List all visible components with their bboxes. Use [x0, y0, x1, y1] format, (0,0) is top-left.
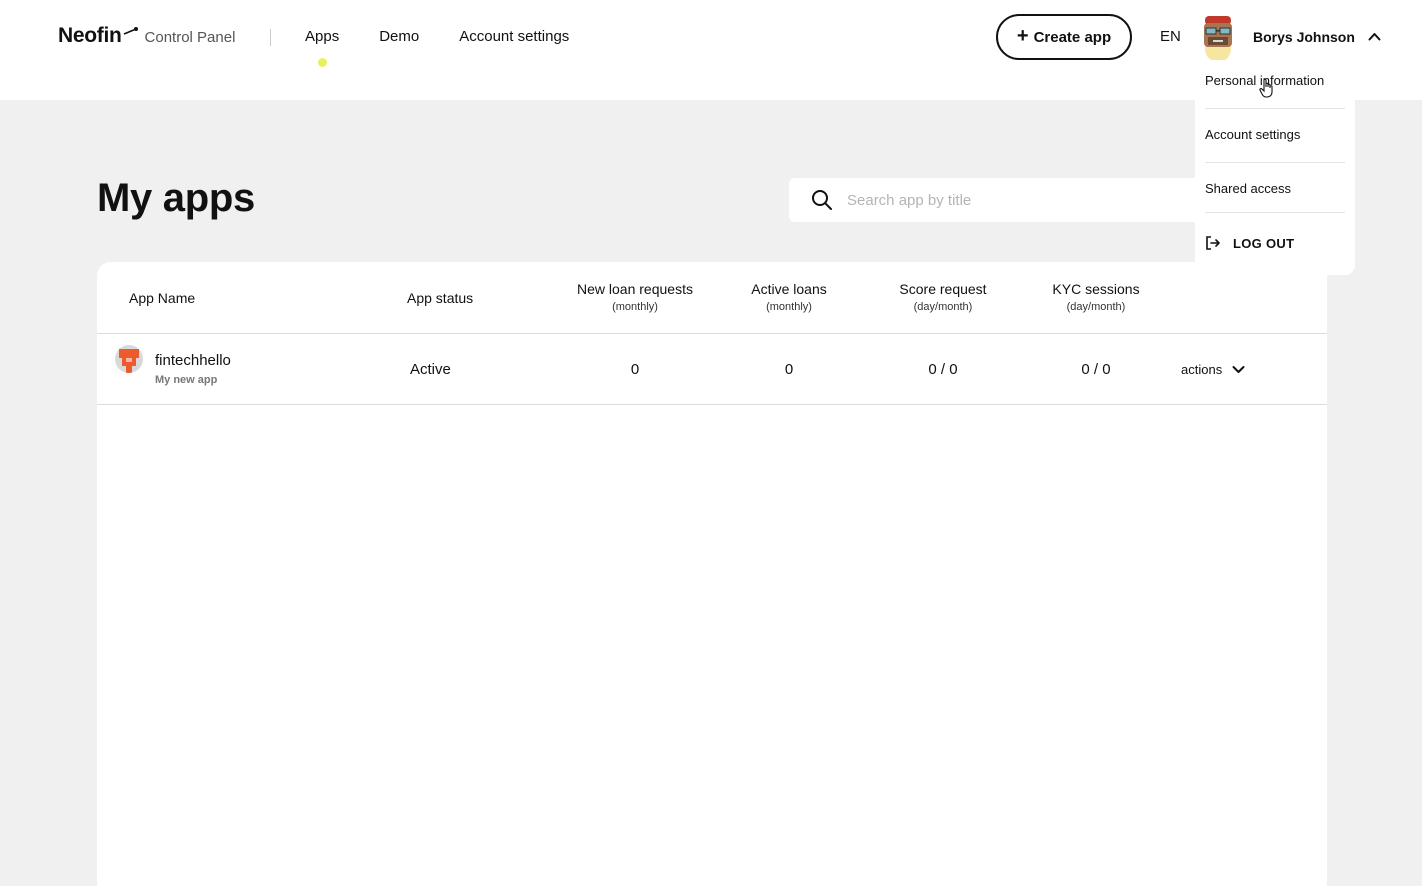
nav-item-apps[interactable]: Apps	[305, 28, 339, 67]
column-header-app-name: App Name	[129, 290, 196, 306]
score-request-value: 0 / 0	[928, 361, 958, 378]
app-description: My new app	[155, 374, 218, 386]
menu-divider	[1205, 162, 1345, 163]
logout-icon	[1206, 236, 1220, 250]
actions-dropdown[interactable]: actions	[1181, 362, 1245, 377]
search-input[interactable]	[847, 191, 1187, 209]
user-name[interactable]: Borys Johnson	[1253, 29, 1355, 45]
column-header-score-request: Score request (day/month)	[899, 281, 987, 313]
app-avatar	[115, 345, 143, 373]
menu-divider	[1205, 108, 1345, 109]
table-row[interactable]: fintechhello My new app Active 0 0 0 / 0…	[97, 334, 1327, 405]
plus-icon: +	[1016, 25, 1029, 47]
brand-logo[interactable]: Neofin Control Panel	[58, 24, 235, 48]
column-header-new-loan-requests: New loan requests (monthly)	[577, 281, 693, 313]
create-app-label: Create app	[1033, 28, 1112, 46]
brand-name: Neofin	[58, 24, 122, 47]
menu-item-account-settings[interactable]: Account settings	[1205, 127, 1345, 142]
brand-subtitle: Control Panel	[144, 29, 236, 46]
table-header: App Name App status New loan requests (m…	[97, 262, 1327, 334]
chevron-down-icon	[1232, 366, 1245, 373]
logo-mark-icon	[123, 27, 138, 35]
logout-label: LOG OUT	[1233, 236, 1295, 251]
app-status: Active	[410, 361, 451, 378]
search-icon	[812, 190, 832, 210]
column-header-app-status: App status	[407, 290, 474, 306]
active-loans-value: 0	[784, 361, 794, 378]
column-header-active-loans: Active loans (monthly)	[751, 281, 827, 313]
main-nav: Apps Demo Account settings	[305, 28, 609, 67]
menu-divider	[1205, 212, 1345, 213]
app-name[interactable]: fintechhello	[155, 352, 231, 369]
language-selector[interactable]: EN	[1160, 28, 1181, 45]
actions-label: actions	[1181, 362, 1223, 377]
chevron-up-icon[interactable]	[1368, 32, 1381, 41]
column-header-kyc-sessions: KYC sessions (day/month)	[1052, 281, 1140, 313]
nav-item-account-settings[interactable]: Account settings	[459, 28, 569, 45]
apps-table: App Name App status New loan requests (m…	[97, 262, 1327, 886]
logo-divider	[270, 29, 271, 46]
create-app-button[interactable]: + Create app	[996, 14, 1132, 60]
page-title: My apps	[97, 176, 255, 220]
menu-item-shared-access[interactable]: Shared access	[1205, 181, 1345, 196]
hand-cursor-icon	[1259, 78, 1273, 98]
user-avatar[interactable]	[1199, 14, 1237, 60]
kyc-sessions-value: 0 / 0	[1081, 361, 1111, 378]
logout-button[interactable]: LOG OUT	[1205, 236, 1294, 251]
new-loan-requests-value: 0	[630, 361, 640, 378]
search-box	[789, 178, 1219, 222]
nav-item-demo[interactable]: Demo	[379, 28, 419, 45]
